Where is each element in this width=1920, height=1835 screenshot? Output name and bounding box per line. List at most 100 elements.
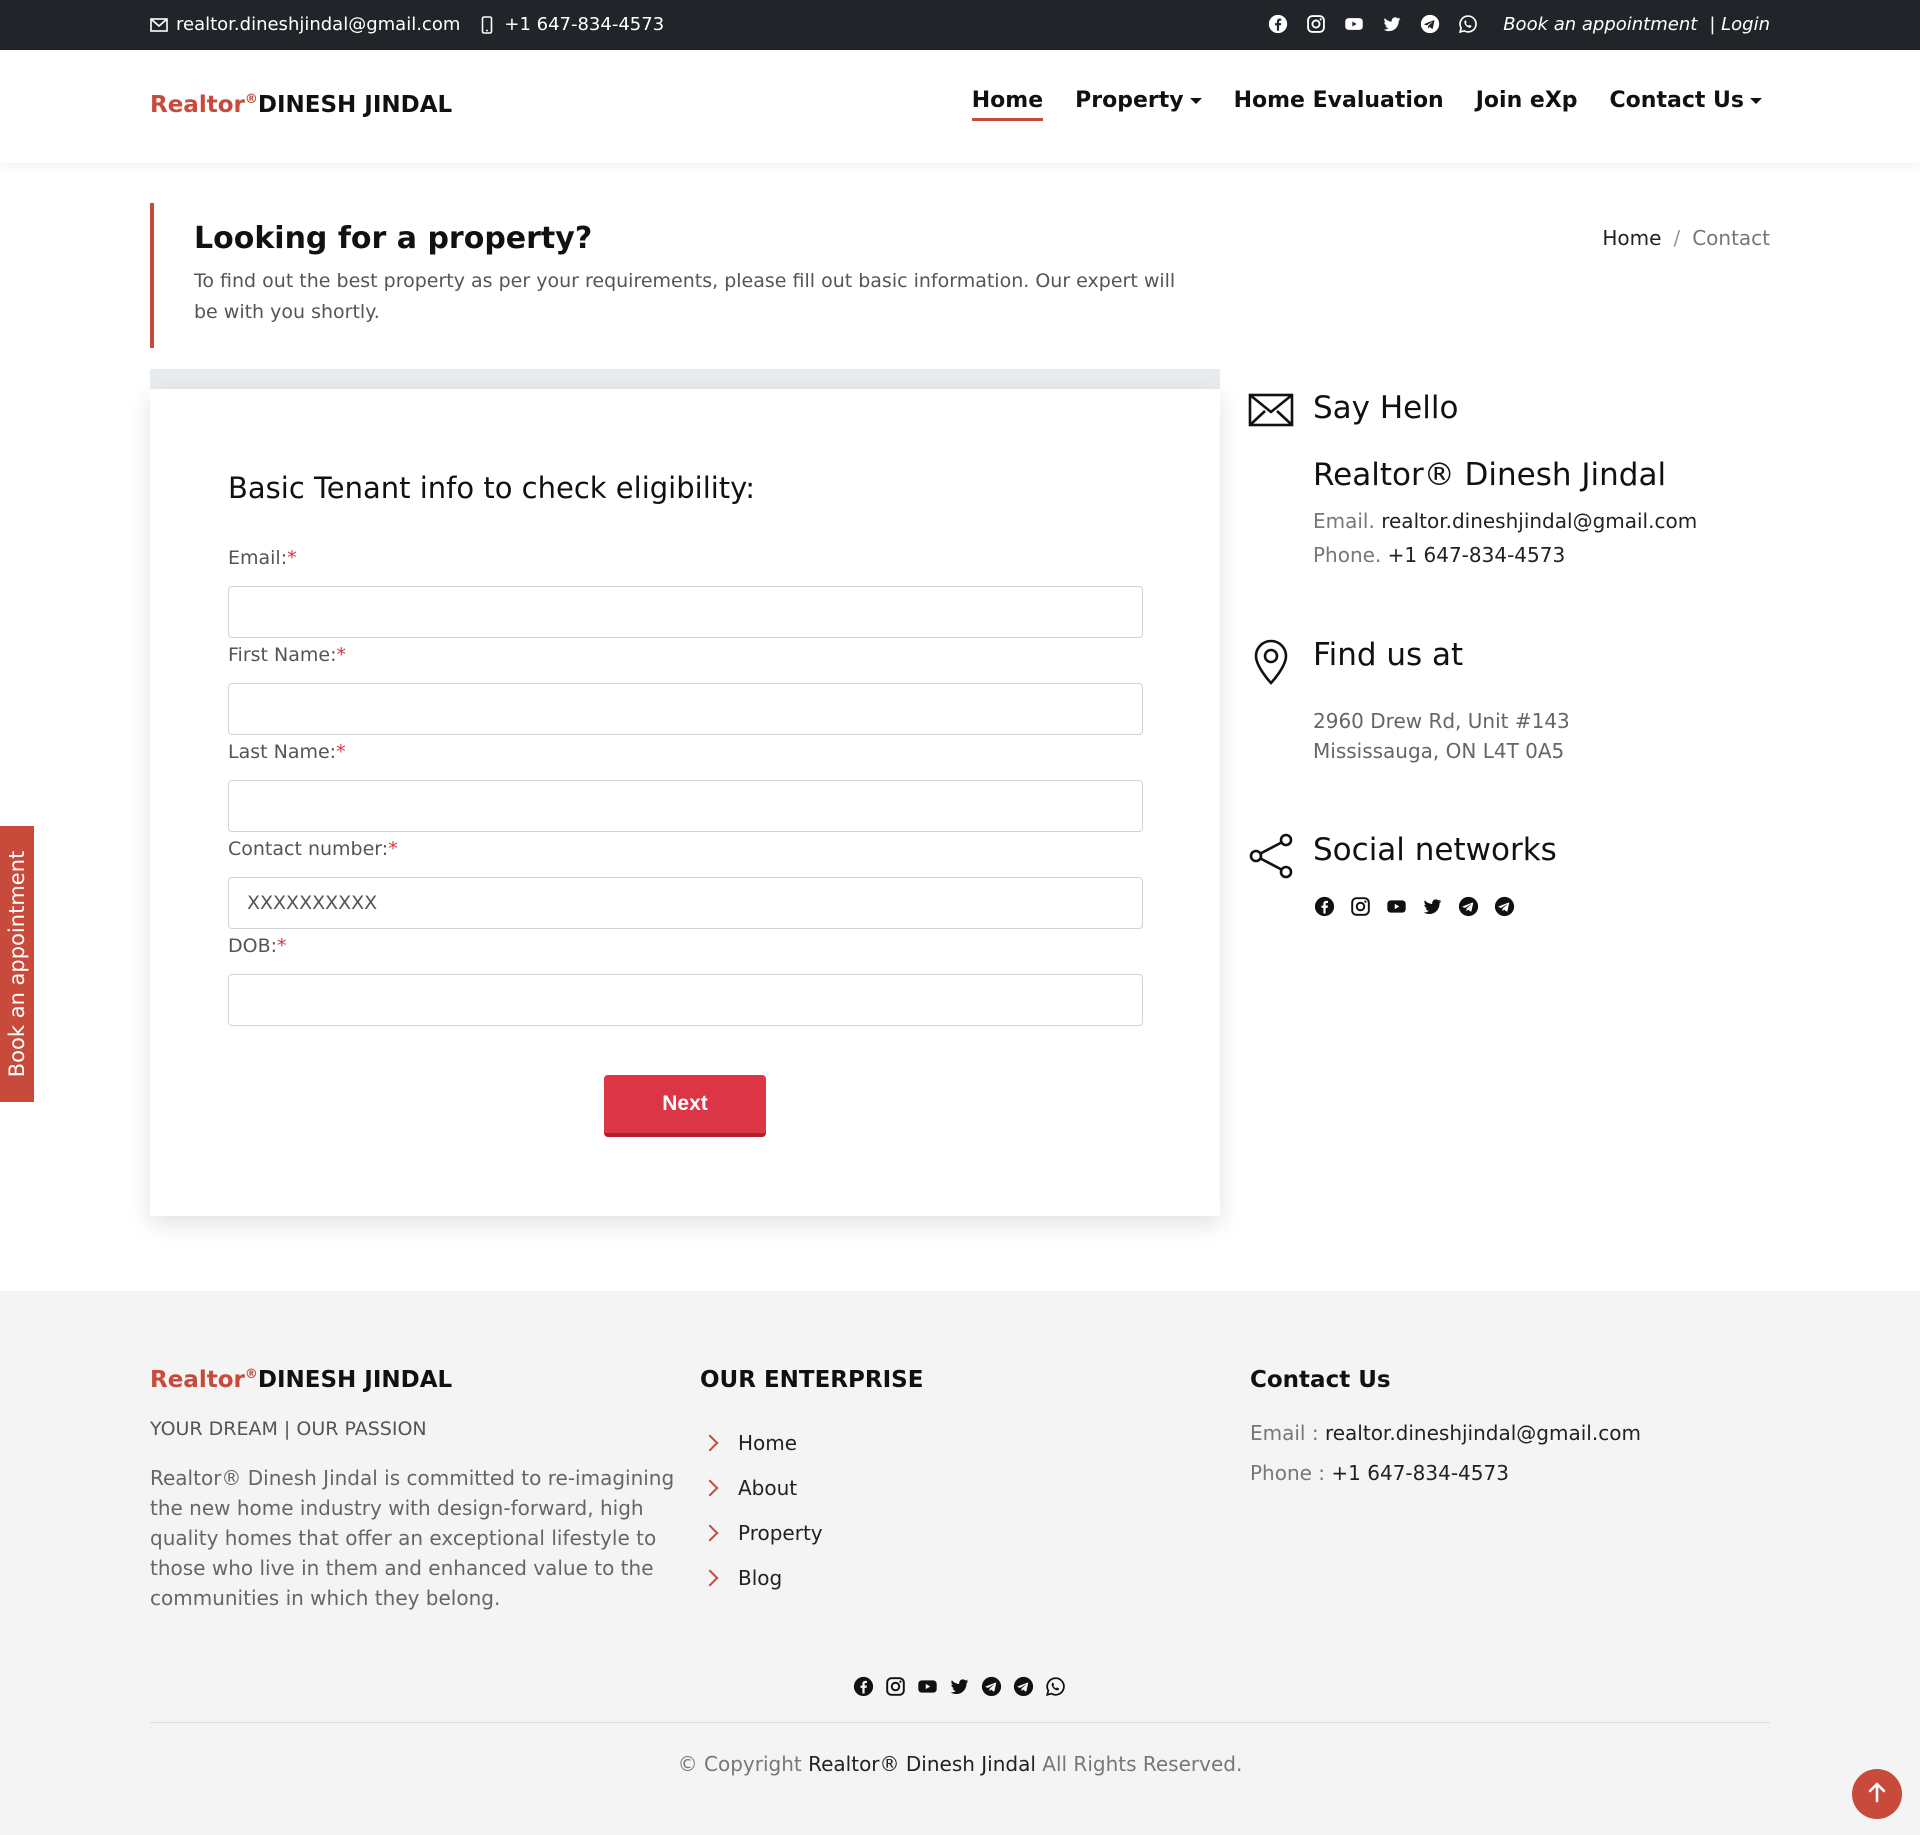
footer-tagline: YOUR DREAM | OUR PASSION [150,1418,427,1440]
form-card-header-strip [150,369,1220,389]
footer-brand[interactable]: Realtor®DINESH JINDAL [150,1367,452,1393]
twitter-icon[interactable] [1381,13,1403,35]
copyright-name[interactable]: Realtor® Dinesh Jindal [808,1752,1036,1776]
telegram-icon[interactable] [1493,895,1515,917]
chevron-right-icon [701,1479,719,1496]
required-mark: * [388,838,398,860]
youtube-icon[interactable] [1343,13,1365,35]
dob-field[interactable] [228,974,1143,1026]
nav-home-label: Home [971,88,1044,113]
telegram-icon[interactable] [980,1675,1002,1697]
address-line-1: 2960 Drew Rd, Unit #143 [1313,709,1570,733]
scroll-to-top-button[interactable] [1852,1769,1902,1819]
footer-link-blog[interactable]: Blog [700,1555,823,1600]
main-header: Realtor®DINESH JINDAL Home Property Home… [0,50,1920,163]
footer-brand-realtor: Realtor [150,1367,245,1393]
required-mark: * [287,547,297,569]
twitter-icon[interactable] [948,1675,970,1697]
top-email[interactable]: realtor.dineshjindal@gmail.com [176,14,460,35]
brand-logo[interactable]: Realtor®DINESH JINDAL [150,92,452,118]
required-mark: * [336,644,346,666]
nav-join-label: Join eXp [1475,88,1578,113]
youtube-icon[interactable] [1385,895,1407,917]
side-email-label: Email. [1313,509,1375,533]
telegram-icon[interactable] [1012,1675,1034,1697]
instagram-icon[interactable] [1305,13,1327,35]
footer-link-label: Home [738,1430,798,1455]
footer-social-icons [852,1675,1076,1697]
last-name-label: Last Name:* [228,741,346,763]
say-hello-title: Say Hello [1313,390,1459,426]
share-icon [1248,832,1296,880]
footer-brand-name: DINESH JINDAL [257,1367,453,1393]
side-phone: Phone. +1 647-834-4573 [1313,543,1565,567]
twitter-icon[interactable] [1421,895,1443,917]
chevron-right-icon [701,1569,719,1586]
caret-down-icon [1750,97,1762,104]
realtor-name: Realtor® Dinesh Jindal [1313,457,1667,493]
chevron-right-icon [701,1434,719,1451]
book-appointment-link[interactable]: Book an appointment [1503,14,1697,35]
book-appointment-tab-label: Book an appointment [5,850,29,1078]
telegram-icon[interactable] [1457,895,1479,917]
copyright-prefix: © Copyright [677,1752,802,1776]
phone-icon [478,15,496,34]
book-appointment-tab[interactable]: Book an appointment [0,826,34,1102]
breadcrumb-home[interactable]: Home [1602,226,1661,250]
email-label-text: Email: [228,547,288,569]
copyright: © Copyright Realtor® Dinesh Jindal All R… [0,1752,1920,1776]
login-link[interactable]: | Login [1709,14,1770,35]
page-description: To find out the best property as per you… [194,270,1176,323]
facebook-icon[interactable] [1267,13,1289,35]
nav-contact-us[interactable]: Contact Us [1610,88,1762,113]
last-name-label-text: Last Name: [228,741,337,763]
footer-contact-title: Contact Us [1250,1367,1391,1393]
footer-enterprise-title: OUR ENTERPRISE [700,1367,924,1393]
last-name-field[interactable] [228,780,1143,832]
copyright-suffix: All Rights Reserved. [1042,1752,1243,1776]
first-name-field[interactable] [228,683,1143,735]
footer-link-label: About [738,1475,798,1500]
instagram-icon[interactable] [884,1675,906,1697]
nav-property[interactable]: Property [1075,88,1202,113]
tenant-form-card: Basic Tenant info to check eligibility: … [150,389,1220,1216]
caret-down-icon [1189,97,1202,104]
first-name-label-text: First Name: [228,644,337,666]
nav-home-evaluation[interactable]: Home Evaluation [1234,88,1444,113]
whatsapp-icon[interactable] [1044,1675,1066,1697]
breadcrumb: Home / Contact [1602,226,1770,250]
address-line-2: Mississauga, ON L4T 0A5 [1313,739,1565,763]
brand-name: DINESH JINDAL [257,92,453,118]
dob-label: DOB:* [228,935,287,957]
footer-link-property[interactable]: Property [700,1510,823,1555]
youtube-icon[interactable] [916,1675,938,1697]
main-nav: Home Property Home Evaluation Join eXp C… [940,88,1762,121]
social-networks-title: Social networks [1313,832,1557,868]
nav-evaluation-label: Home Evaluation [1233,88,1444,113]
next-button[interactable]: Next [604,1075,766,1137]
footer-phone-value[interactable]: +1 647-834-4573 [1331,1461,1509,1485]
whatsapp-icon[interactable] [1457,13,1479,35]
contact-number-label: Contact number:* [228,838,398,860]
footer-email-value[interactable]: realtor.dineshjindal@gmail.com [1325,1421,1641,1445]
arrow-up-icon [1867,1781,1887,1807]
facebook-icon[interactable] [1313,895,1335,917]
side-phone-value[interactable]: +1 647-834-4573 [1388,543,1566,567]
dob-label-text: DOB: [228,935,278,957]
nav-join-exp[interactable]: Join eXp [1476,88,1578,113]
contact-number-label-text: Contact number: [228,838,389,860]
breadcrumb-current: Contact [1692,226,1770,250]
instagram-icon[interactable] [1349,895,1371,917]
contact-number-field[interactable] [228,877,1143,929]
page-title: Looking for a property? [194,221,593,256]
facebook-icon[interactable] [852,1675,874,1697]
brand-reg-mark: ® [244,92,258,107]
email-field[interactable] [228,586,1143,638]
side-email-value[interactable]: realtor.dineshjindal@gmail.com [1381,509,1697,533]
footer-link-label: Blog [738,1565,783,1590]
nav-home[interactable]: Home [971,88,1044,121]
telegram-icon[interactable] [1419,13,1441,35]
footer-link-about[interactable]: About [700,1465,823,1510]
footer-link-home[interactable]: Home [700,1420,823,1465]
top-phone[interactable]: +1 647-834-4573 [504,14,664,35]
